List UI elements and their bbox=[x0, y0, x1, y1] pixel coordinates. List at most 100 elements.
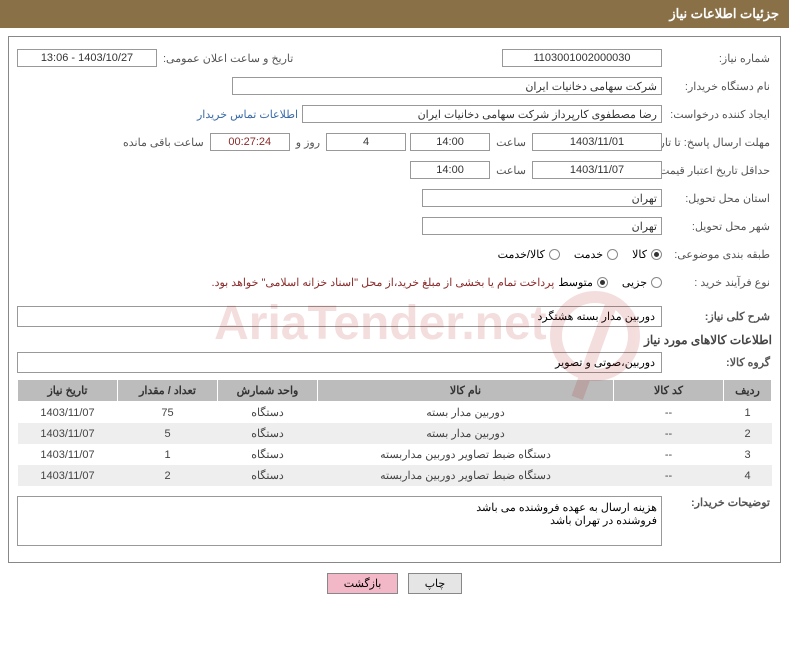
requester-value: رضا مصطفوی کارپرداز شرکت سهامی دخانیات ا… bbox=[302, 105, 662, 123]
days-value: 4 bbox=[326, 133, 406, 151]
row-process: نوع فرآیند خرید : جزیی متوسط پرداخت تمام… bbox=[17, 271, 772, 293]
radio-goods[interactable]: کالا bbox=[632, 248, 662, 261]
table-cell: -- bbox=[614, 465, 724, 486]
buyer-value: شرکت سهامی دخانیات ایران bbox=[232, 77, 662, 95]
radio-icon bbox=[651, 277, 662, 288]
table-cell: دستگاه bbox=[218, 423, 318, 444]
requester-label: ایجاد کننده درخواست: bbox=[666, 108, 772, 121]
page-header: جزئیات اطلاعات نیاز bbox=[0, 0, 789, 28]
table-cell: دستگاه ضبط تصاویر دوربین مداربسته bbox=[318, 465, 614, 486]
province-value: تهران bbox=[422, 189, 662, 207]
desc-label: شرح کلی نیاز: bbox=[666, 310, 772, 323]
table-cell: دوربین مدار بسته bbox=[318, 402, 614, 424]
process-radios: جزیی متوسط bbox=[558, 276, 662, 289]
table-cell: دستگاه bbox=[218, 465, 318, 486]
page-title: جزئیات اطلاعات نیاز bbox=[669, 6, 779, 21]
province-label: استان محل تحویل: bbox=[666, 192, 772, 205]
row-validity: حداقل تاریخ اعتبار قیمت: تا تاریخ: 1403/… bbox=[17, 159, 772, 181]
row-city: شهر محل تحویل: تهران bbox=[17, 215, 772, 237]
table-cell: 1403/11/07 bbox=[18, 423, 118, 444]
deadline-date: 1403/11/01 bbox=[532, 133, 662, 151]
days-label: روز و bbox=[294, 136, 322, 149]
radio-icon bbox=[651, 249, 662, 260]
deadline-time: 14:00 bbox=[410, 133, 490, 151]
table-cell: دستگاه bbox=[218, 402, 318, 424]
validity-time: 14:00 bbox=[410, 161, 490, 179]
button-row: چاپ بازگشت bbox=[0, 573, 789, 594]
row-buyer-notes: توضیحات خریدار: هزینه ارسال به عهده فروش… bbox=[17, 496, 772, 546]
category-radios: کالا خدمت کالا/خدمت bbox=[498, 248, 662, 261]
table-cell: -- bbox=[614, 444, 724, 465]
deadline-label: مهلت ارسال پاسخ: تا تاریخ: bbox=[666, 136, 772, 149]
table-cell: 1403/11/07 bbox=[18, 444, 118, 465]
table-cell: 3 bbox=[724, 444, 772, 465]
table-row: 2--دوربین مدار بستهدستگاه51403/11/07 bbox=[18, 423, 772, 444]
th-name: نام کالا bbox=[318, 380, 614, 402]
th-date: تاریخ نیاز bbox=[18, 380, 118, 402]
th-qty: تعداد / مقدار bbox=[118, 380, 218, 402]
announce-label: تاریخ و ساعت اعلان عمومی: bbox=[161, 52, 295, 65]
city-label: شهر محل تحویل: bbox=[666, 220, 772, 233]
table-cell: -- bbox=[614, 402, 724, 424]
row-requester: ایجاد کننده درخواست: رضا مصطفوی کارپرداز… bbox=[17, 103, 772, 125]
row-buyer: نام دستگاه خریدار: شرکت سهامی دخانیات ای… bbox=[17, 75, 772, 97]
radio-both[interactable]: کالا/خدمت bbox=[498, 248, 560, 261]
process-label: نوع فرآیند خرید : bbox=[666, 276, 772, 289]
row-category: طبقه بندی موضوعی: کالا خدمت کالا/خدمت bbox=[17, 243, 772, 265]
time-label-2: ساعت bbox=[494, 164, 528, 177]
row-province: استان محل تحویل: تهران bbox=[17, 187, 772, 209]
row-need-number: شماره نیاز: 1103001002000030 تاریخ و ساع… bbox=[17, 47, 772, 69]
category-label: طبقه بندی موضوعی: bbox=[666, 248, 772, 261]
need-number-label: شماره نیاز: bbox=[666, 52, 772, 65]
table-cell: دستگاه bbox=[218, 444, 318, 465]
table-cell: 5 bbox=[118, 423, 218, 444]
buyer-notes-label: توضیحات خریدار: bbox=[666, 496, 772, 509]
table-body: 1--دوربین مدار بستهدستگاه751403/11/072--… bbox=[18, 402, 772, 487]
validity-label: حداقل تاریخ اعتبار قیمت: تا تاریخ: bbox=[666, 164, 772, 177]
content-wrapper: AriaTender.net شماره نیاز: 1103001002000… bbox=[0, 36, 789, 594]
table-cell: دستگاه ضبط تصاویر دوربین مداربسته bbox=[318, 444, 614, 465]
time-label-1: ساعت bbox=[494, 136, 528, 149]
table-cell: دوربین مدار بسته bbox=[318, 423, 614, 444]
radio-icon bbox=[607, 249, 618, 260]
th-code: کد کالا bbox=[614, 380, 724, 402]
radio-minor[interactable]: جزیی bbox=[622, 276, 662, 289]
items-section-title: اطلاعات کالاهای مورد نیاز bbox=[17, 333, 772, 347]
buyer-notes-value: هزینه ارسال به عهده فروشنده می باشد فروش… bbox=[17, 496, 662, 546]
table-row: 3--دستگاه ضبط تصاویر دوربین مداربستهدستگ… bbox=[18, 444, 772, 465]
radio-medium[interactable]: متوسط bbox=[558, 276, 608, 289]
th-row: ردیف bbox=[724, 380, 772, 402]
row-desc: شرح کلی نیاز: دوربین مدار بسته هشتگرد bbox=[17, 305, 772, 327]
desc-value: دوربین مدار بسته هشتگرد bbox=[17, 306, 662, 327]
table-cell: 1 bbox=[118, 444, 218, 465]
radio-service[interactable]: خدمت bbox=[574, 248, 618, 261]
table-row: 4--دستگاه ضبط تصاویر دوربین مداربستهدستگ… bbox=[18, 465, 772, 486]
table-head: ردیف کد کالا نام کالا واحد شمارش تعداد /… bbox=[18, 380, 772, 402]
validity-date: 1403/11/07 bbox=[532, 161, 662, 179]
table-cell: -- bbox=[614, 423, 724, 444]
items-table: ردیف کد کالا نام کالا واحد شمارش تعداد /… bbox=[17, 379, 772, 486]
table-cell: 75 bbox=[118, 402, 218, 424]
radio-icon bbox=[549, 249, 560, 260]
city-value: تهران bbox=[422, 217, 662, 235]
table-cell: 1403/11/07 bbox=[18, 402, 118, 424]
need-number-value: 1103001002000030 bbox=[502, 49, 662, 67]
radio-icon bbox=[597, 277, 608, 288]
group-label: گروه کالا: bbox=[666, 356, 772, 369]
table-cell: 2 bbox=[118, 465, 218, 486]
group-value: دوربین،صوتی و تصویر bbox=[17, 352, 662, 373]
table-cell: 1 bbox=[724, 402, 772, 424]
table-cell: 2 bbox=[724, 423, 772, 444]
process-note: پرداخت تمام یا بخشی از مبلغ خرید،از محل … bbox=[212, 276, 555, 289]
table-cell: 1403/11/07 bbox=[18, 465, 118, 486]
row-deadline: مهلت ارسال پاسخ: تا تاریخ: 1403/11/01 سا… bbox=[17, 131, 772, 153]
back-button[interactable]: بازگشت bbox=[327, 573, 399, 594]
th-unit: واحد شمارش bbox=[218, 380, 318, 402]
table-cell: 4 bbox=[724, 465, 772, 486]
contact-link[interactable]: اطلاعات تماس خریدار bbox=[197, 108, 298, 121]
remaining-label: ساعت باقی مانده bbox=[121, 136, 206, 149]
print-button[interactable]: چاپ bbox=[408, 573, 463, 594]
table-row: 1--دوربین مدار بستهدستگاه751403/11/07 bbox=[18, 402, 772, 424]
announce-value: 1403/10/27 - 13:06 bbox=[17, 49, 157, 67]
buyer-label: نام دستگاه خریدار: bbox=[666, 80, 772, 93]
